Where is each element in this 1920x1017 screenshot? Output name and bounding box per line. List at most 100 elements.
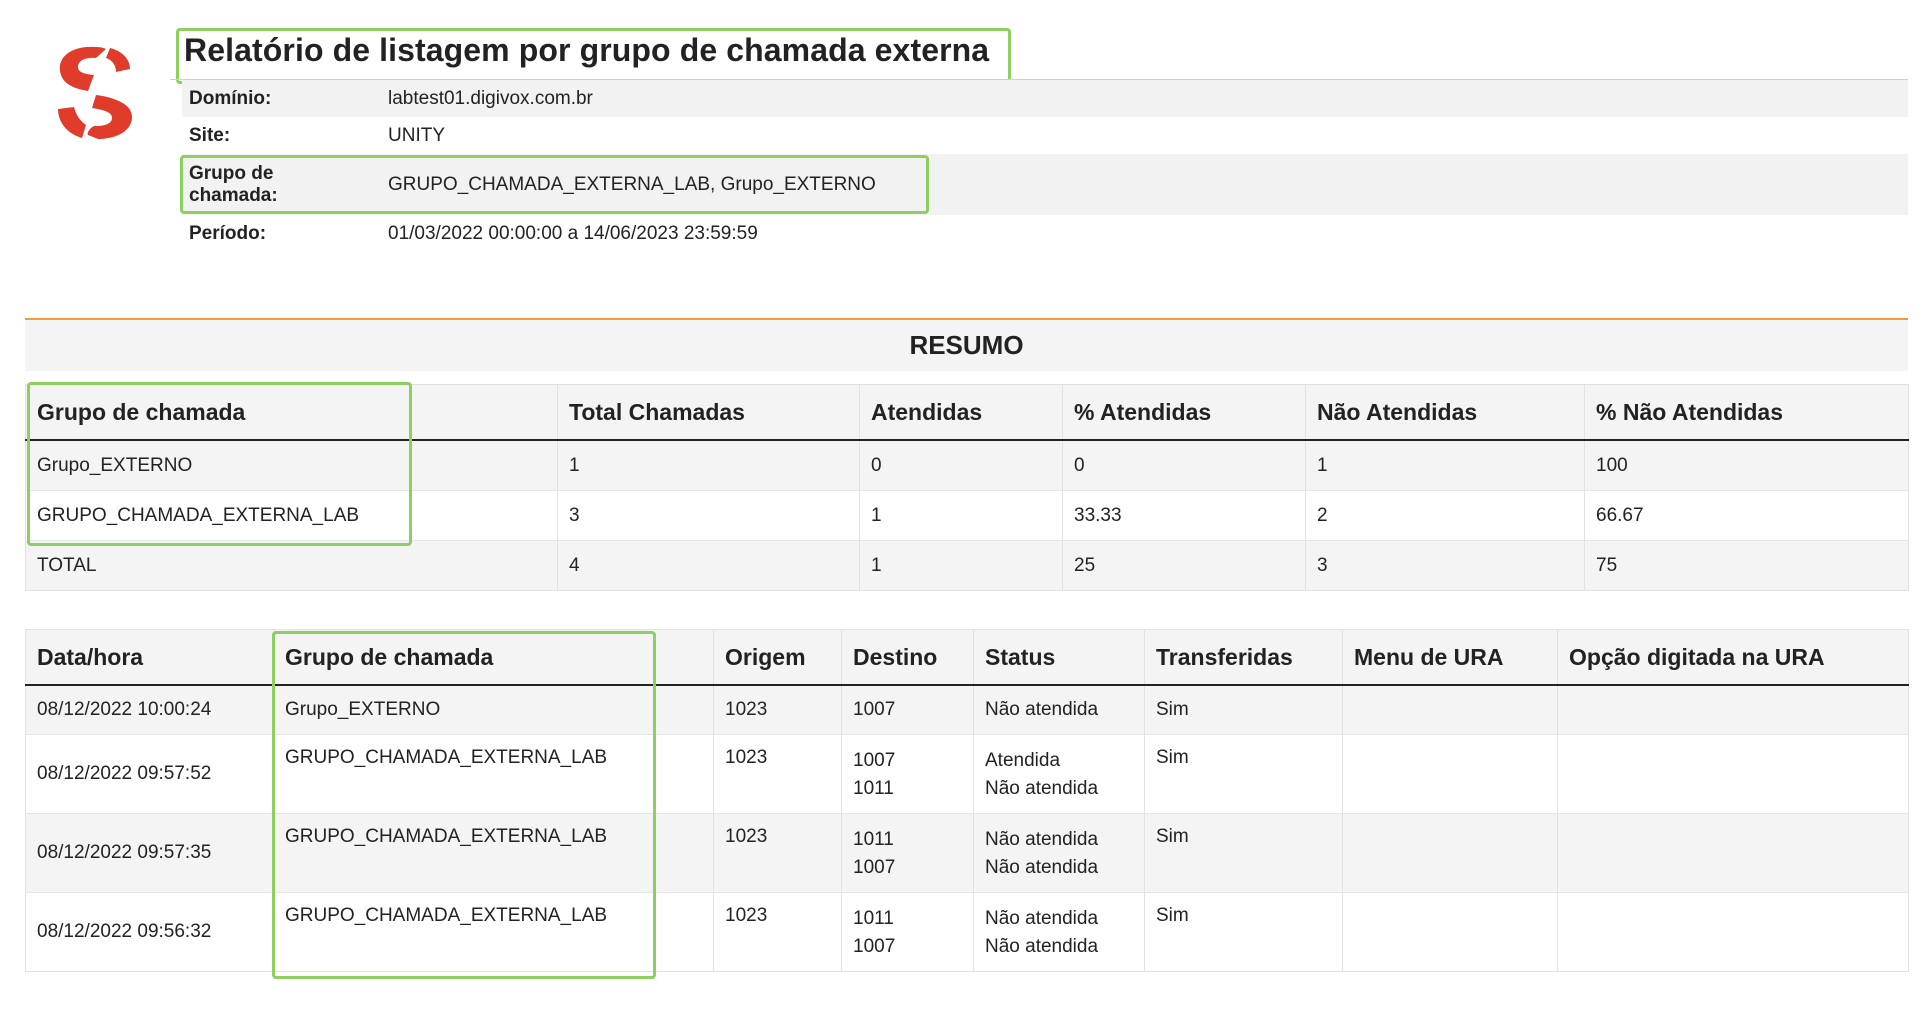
meta-row-site: Site: UNITY xyxy=(182,117,1908,154)
status-cell: Não atendida Não atendida xyxy=(973,812,1145,892)
table-row: GRUPO_CHAMADA_EXTERNA_LAB 3 1 33.33 2 66… xyxy=(25,490,1909,541)
status-value: Não atendida xyxy=(985,698,1099,720)
table-cell: 1 xyxy=(859,490,1063,541)
column-header: % Atendidas xyxy=(1062,384,1306,441)
status-cell: Atendida Não atendida xyxy=(973,733,1145,813)
detail-header-row: Data/hora Grupo de chamada Origem Destin… xyxy=(25,629,1909,686)
table-row: 08/12/2022 09:57:35 GRUPO_CHAMADA_EXTERN… xyxy=(25,812,1909,892)
table-cell: TOTAL xyxy=(25,540,558,591)
ura-option-cell xyxy=(1557,891,1909,971)
status-value: Não atendida xyxy=(985,907,1099,929)
origin-cell: 1023 xyxy=(713,684,842,734)
logo-lower-arc xyxy=(87,95,132,139)
summary-header-row: Grupo de chamada Total Chamadas Atendida… xyxy=(25,384,1909,441)
transferred-cell: Sim xyxy=(1144,812,1343,892)
logo-upper-arc xyxy=(59,46,106,91)
table-cell: 0 xyxy=(859,439,1063,491)
table-cell: 1 xyxy=(557,439,860,491)
column-header: Origem xyxy=(713,629,842,686)
table-row: 08/12/2022 09:56:32 GRUPO_CHAMADA_EXTERN… xyxy=(25,891,1909,971)
group-cell: Grupo_EXTERNO xyxy=(273,684,714,734)
meta-value: UNITY xyxy=(388,124,445,146)
origin-cell: 1023 xyxy=(713,891,842,971)
group-cell: GRUPO_CHAMADA_EXTERNA_LAB xyxy=(273,891,714,971)
datetime-cell: 08/12/2022 09:57:35 xyxy=(25,812,274,892)
column-header: Não Atendidas xyxy=(1305,384,1585,441)
destination-value: 1011 xyxy=(853,828,894,850)
table-cell: 3 xyxy=(1305,540,1585,591)
ura-menu-cell xyxy=(1342,891,1558,971)
meta-value: labtest01.digivox.com.br xyxy=(388,87,593,109)
column-header: Data/hora xyxy=(25,629,274,686)
table-cell: 33.33 xyxy=(1062,490,1306,541)
destination-cell: 1011 1007 xyxy=(841,891,974,971)
transferred-cell: Sim xyxy=(1144,733,1343,813)
status-value: Não atendida xyxy=(985,828,1099,850)
table-cell: 4 xyxy=(557,540,860,591)
ura-menu-cell xyxy=(1342,684,1558,734)
table-row: 08/12/2022 10:00:24 Grupo_EXTERNO 1023 1… xyxy=(25,684,1909,734)
transferred-cell: Sim xyxy=(1144,891,1343,971)
table-cell: 75 xyxy=(1584,540,1909,591)
company-logo xyxy=(58,46,132,139)
column-header: % Não Atendidas xyxy=(1584,384,1909,441)
destination-value: 1007 xyxy=(853,935,896,957)
logo-bottom-hook xyxy=(58,107,86,138)
column-header: Menu de URA xyxy=(1342,629,1558,686)
ura-menu-cell xyxy=(1342,733,1558,813)
origin-cell: 1023 xyxy=(713,812,842,892)
summary-heading: RESUMO xyxy=(25,320,1908,371)
total-row: TOTAL 4 1 25 3 75 xyxy=(25,540,1909,591)
table-row: Grupo_EXTERNO 1 0 0 1 100 xyxy=(25,439,1909,491)
status-value: Não atendida xyxy=(985,856,1099,878)
report-metadata: Domínio: labtest01.digivox.com.br Site: … xyxy=(182,80,1908,252)
meta-row-period: Período: 01/03/2022 00:00:00 a 14/06/202… xyxy=(182,215,1908,252)
ura-option-cell xyxy=(1557,812,1909,892)
table-cell: 2 xyxy=(1305,490,1585,541)
meta-label: Domínio: xyxy=(189,87,272,109)
destination-cell: 1007 xyxy=(841,684,974,734)
meta-label: Site: xyxy=(189,124,231,146)
datetime-cell: 08/12/2022 09:57:52 xyxy=(25,733,274,813)
call-detail-table: Data/hora Grupo de chamada Origem Destin… xyxy=(25,629,1909,972)
meta-value: GRUPO_CHAMADA_EXTERNA_LAB, Grupo_EXTERNO xyxy=(388,173,876,195)
table-cell: Grupo_EXTERNO xyxy=(25,439,558,491)
destination-value: 1007 xyxy=(853,749,896,771)
destination-cell: 1011 1007 xyxy=(841,812,974,892)
meta-row-domain: Domínio: labtest01.digivox.com.br xyxy=(182,80,1908,117)
logo-top-hook xyxy=(106,48,130,72)
table-cell: 1 xyxy=(1305,439,1585,491)
datetime-cell: 08/12/2022 09:56:32 xyxy=(25,891,274,971)
status-value: Não atendida xyxy=(985,935,1099,957)
status-cell: Não atendida Não atendida xyxy=(973,891,1145,971)
column-header: Status xyxy=(973,629,1145,686)
column-header: Destino xyxy=(841,629,974,686)
table-cell: 3 xyxy=(557,490,860,541)
column-header: Total Chamadas xyxy=(557,384,860,441)
destination-value: 1011 xyxy=(853,777,894,799)
group-cell: GRUPO_CHAMADA_EXTERNA_LAB xyxy=(273,812,714,892)
ura-option-cell xyxy=(1557,733,1909,813)
summary-table: Grupo de chamada Total Chamadas Atendida… xyxy=(25,384,1909,591)
status-value: Não atendida xyxy=(985,777,1099,799)
table-cell: 1 xyxy=(859,540,1063,591)
ura-menu-cell xyxy=(1342,812,1558,892)
table-cell: 25 xyxy=(1062,540,1306,591)
meta-label: Grupo de chamada: xyxy=(189,162,278,206)
table-cell: 66.67 xyxy=(1584,490,1909,541)
table-cell: 0 xyxy=(1062,439,1306,491)
column-header: Opção digitada na URA xyxy=(1557,629,1909,686)
destination-value: 1007 xyxy=(853,698,896,720)
status-value: Atendida xyxy=(985,749,1061,771)
destination-cell: 1007 1011 xyxy=(841,733,974,813)
status-cell: Não atendida xyxy=(973,684,1145,734)
datetime-cell: 08/12/2022 10:00:24 xyxy=(25,684,274,734)
meta-value: 01/03/2022 00:00:00 a 14/06/2023 23:59:5… xyxy=(388,222,758,244)
destination-value: 1011 xyxy=(853,907,894,929)
meta-row-call-group: Grupo de chamada: GRUPO_CHAMADA_EXTERNA_… xyxy=(182,154,1908,215)
column-header: Atendidas xyxy=(859,384,1063,441)
table-cell: GRUPO_CHAMADA_EXTERNA_LAB xyxy=(25,490,558,541)
column-header: Grupo de chamada xyxy=(273,629,714,686)
origin-cell: 1023 xyxy=(713,733,842,813)
table-cell: 100 xyxy=(1584,439,1909,491)
